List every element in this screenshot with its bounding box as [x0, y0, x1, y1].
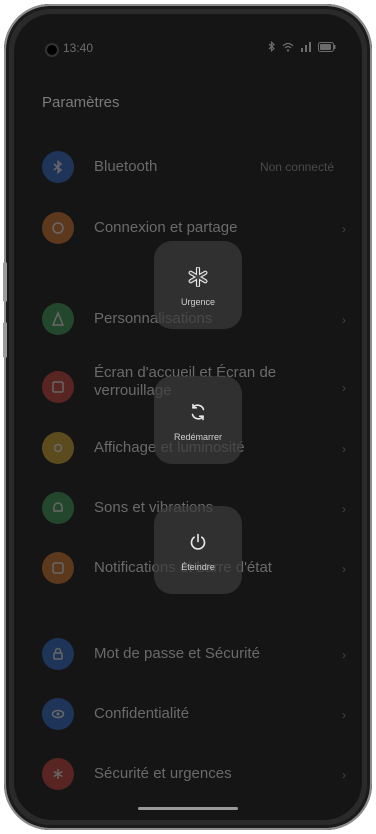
notification-icon	[42, 552, 74, 584]
share-icon	[42, 212, 74, 244]
power-off-label: Éteindre	[181, 562, 215, 572]
settings-item-label: Sécurité et urgences	[94, 765, 232, 782]
chevron-right-icon: ›	[342, 708, 346, 722]
power-off-button[interactable]: Éteindre	[154, 506, 242, 594]
settings-item-label: Mot de passe et Sécurité	[94, 645, 260, 662]
home-screen-icon	[42, 371, 74, 403]
emergency-label: Urgence	[180, 297, 216, 307]
restart-label: Redémarrer	[173, 432, 222, 442]
side-button	[3, 322, 7, 358]
settings-item-safety-emergency[interactable]: Sécurité et urgences ›	[14, 758, 362, 810]
chevron-right-icon: ›	[342, 562, 346, 576]
bluetooth-icon	[268, 41, 275, 52]
lock-icon	[42, 638, 74, 670]
settings-item-label: Connexion et partage	[94, 219, 238, 236]
privacy-icon	[42, 698, 74, 730]
chevron-right-icon: ›	[342, 648, 346, 662]
emergency-button[interactable]: Urgence	[154, 241, 242, 329]
emergency-icon	[188, 267, 208, 287]
chevron-right-icon: ›	[342, 313, 346, 327]
status-bar: 13:40	[14, 14, 362, 55]
volume-button	[3, 262, 7, 302]
signal-icon	[301, 41, 311, 52]
page-title: Paramètres	[42, 94, 120, 111]
chevron-right-icon: ›	[342, 502, 346, 516]
chevron-right-icon: ›	[342, 442, 346, 456]
settings-item-privacy[interactable]: Confidentialité ›	[14, 698, 362, 750]
screen: 13:40 Paramètres Bluetooth Non connecté …	[14, 14, 362, 820]
settings-item-value: Non connecté	[259, 160, 334, 174]
bell-icon	[42, 492, 74, 524]
home-indicator[interactable]	[138, 807, 238, 810]
chevron-right-icon: ›	[342, 381, 346, 395]
brush-icon	[42, 303, 74, 335]
sun-icon	[42, 432, 74, 464]
settings-item-bluetooth[interactable]: Bluetooth Non connecté	[14, 151, 362, 203]
status-icons	[268, 41, 336, 52]
wifi-icon	[282, 42, 294, 52]
chevron-right-icon: ›	[342, 768, 346, 782]
front-camera	[47, 45, 57, 55]
chevron-right-icon: ›	[342, 222, 346, 236]
emergency-icon	[42, 758, 74, 790]
settings-item-password-security[interactable]: Mot de passe et Sécurité ›	[14, 638, 362, 690]
restart-icon	[191, 403, 205, 421]
settings-item-label: Confidentialité	[94, 705, 190, 722]
bluetooth-icon	[42, 151, 74, 183]
battery-icon	[318, 41, 336, 52]
status-time: 13:40	[63, 41, 94, 55]
phone-frame: 13:40 Paramètres Bluetooth Non connecté …	[3, 4, 372, 830]
power-icon	[190, 533, 206, 550]
restart-button[interactable]: Redémarrer	[154, 376, 242, 464]
